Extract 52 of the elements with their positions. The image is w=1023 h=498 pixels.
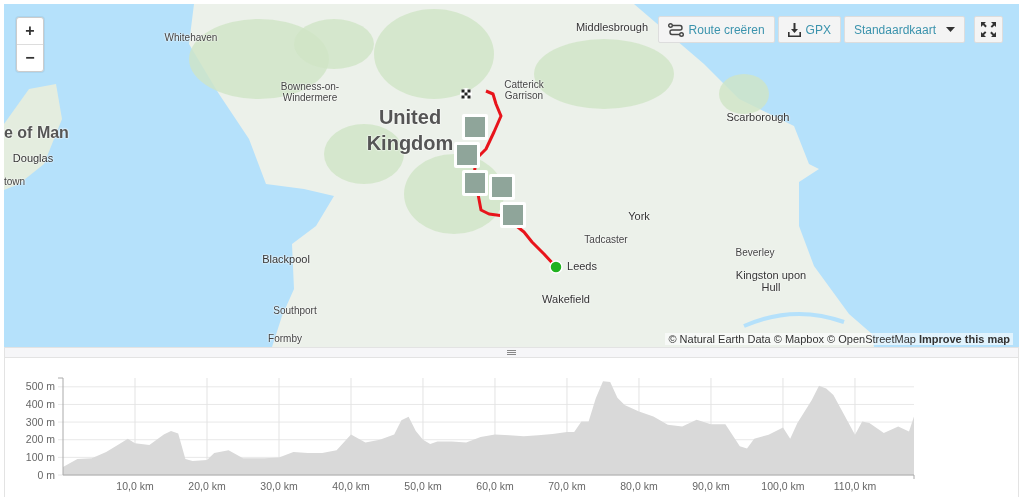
zoom-in-button[interactable]: + [17, 18, 43, 44]
place-label: Bowness-on-Windermere [279, 81, 341, 103]
axis-label: 100,0 km [761, 480, 805, 492]
axis-label: 80,0 km [620, 480, 658, 492]
axis-label: 70,0 km [548, 480, 586, 492]
place-label: Leeds [567, 260, 597, 272]
place-label: Beverley [735, 246, 775, 258]
place-label: Middlesbrough [575, 21, 649, 33]
fullscreen-icon [981, 22, 996, 37]
place-label: York [628, 210, 650, 222]
axis-label: 400 m [25, 397, 55, 410]
place-label: Whitehaven [164, 31, 218, 43]
axis-label: 20,0 km [188, 480, 226, 492]
place-label: Tadcaster [584, 233, 628, 245]
axis-label: 60,0 km [476, 480, 514, 492]
axis-label: 40,0 km [332, 480, 370, 492]
caret-icon [946, 27, 955, 32]
place-label: Wakefield [542, 293, 590, 305]
place-label: Douglas [12, 152, 54, 164]
axis-label: 90,0 km [692, 480, 730, 492]
place-label: town [4, 175, 26, 187]
place-label: Southport [273, 304, 317, 316]
place-label: Kingston upon Hull [735, 269, 807, 293]
start-marker [549, 260, 563, 274]
place-label: e of Man [4, 124, 69, 142]
axis-label: 500 m [25, 380, 55, 393]
axis-label: 110,0 km [833, 480, 877, 492]
route-icon [667, 22, 684, 37]
photo-thumbnail[interactable] [462, 114, 488, 140]
axis-label: 0 m [37, 468, 55, 481]
photo-thumbnail[interactable] [454, 142, 480, 168]
axis-label: 50,0 km [404, 480, 442, 492]
place-label: Formby [268, 332, 302, 344]
photo-thumbnail[interactable] [500, 202, 526, 228]
place-label: Scarborough [726, 111, 790, 123]
photo-thumbnail[interactable] [462, 170, 488, 196]
download-icon [787, 22, 801, 37]
place-label: Catterick Garrison [503, 79, 545, 101]
axis-label: 200 m [25, 433, 55, 446]
improve-map-link[interactable]: Improve this map [918, 333, 1010, 345]
checkered-flag-icon [460, 88, 472, 100]
axis-label: 10,0 km [116, 480, 154, 492]
photo-thumbnail[interactable] [489, 174, 515, 200]
axis-label: 100 m [25, 450, 55, 463]
place-label: United Kingdom [365, 105, 455, 156]
axis-label: 30,0 km [260, 480, 298, 492]
zoom-out-button[interactable]: − [17, 44, 43, 71]
fullscreen-button[interactable] [974, 16, 1003, 43]
resize-handle-icon[interactable] [507, 350, 516, 355]
map-attribution: © Natural Earth Data © Mapbox © OpenStreetMap [668, 333, 916, 345]
axis-label: 300 m [25, 415, 55, 428]
place-label: Blackpool [262, 253, 310, 265]
